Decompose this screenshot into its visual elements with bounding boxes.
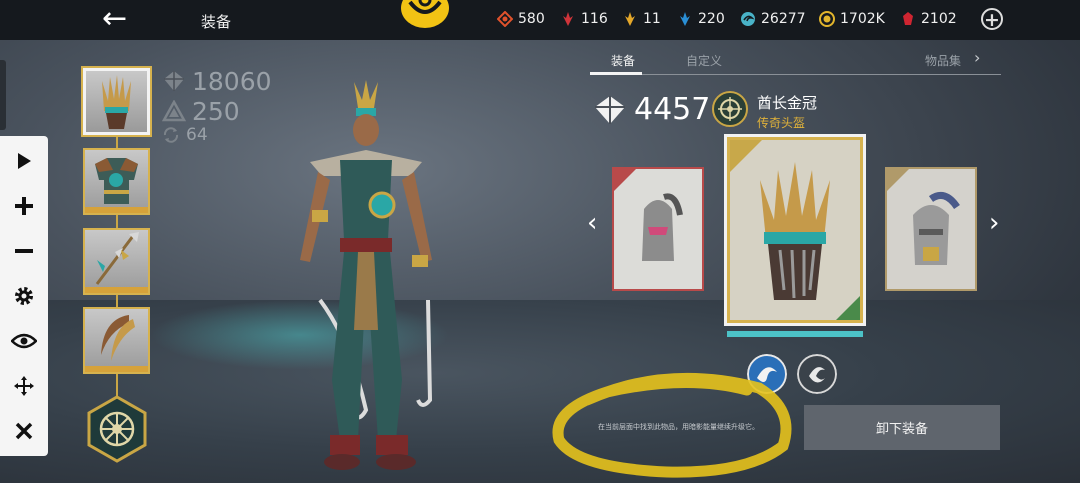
feather-crown-icon [730, 140, 860, 320]
side-tab-edge [0, 60, 6, 130]
gold-feather-icon [625, 12, 635, 26]
resource-orange-crystal: 580 [497, 11, 545, 27]
slot-rarity-bar [85, 366, 148, 372]
cyan-swirl-icon [741, 12, 755, 26]
selected-item-stripe [727, 331, 863, 337]
curved-blades-icon [101, 315, 135, 361]
item-rarity: 传奇头盔 [757, 116, 806, 130]
swirl-ability-icon[interactable] [797, 354, 837, 394]
plus-icon[interactable] [0, 188, 48, 224]
move-icon[interactable] [0, 368, 48, 404]
slot-rarity-bar [85, 287, 148, 293]
page-title: 装备 [201, 13, 232, 31]
chevron-right-icon[interactable]: › [989, 208, 999, 238]
resource-cyan-swirl: 26277 [740, 11, 806, 27]
orange-crystal-icon [497, 11, 513, 27]
character-model [300, 80, 433, 470]
eye-icon[interactable] [0, 323, 48, 359]
slot-rarity-bar [85, 207, 148, 213]
triangle-stat-icon [162, 100, 186, 122]
resource-gold-feather: 11 [622, 11, 661, 27]
tab-customize[interactable]: 自定义 [686, 52, 722, 69]
helmet-type-icon [712, 91, 748, 127]
control-panel [0, 136, 48, 456]
top-bar: ← 装备 580 116 11 220 26277 1702K 2102 + [0, 0, 1080, 40]
item-power-value: 4457 [634, 92, 711, 127]
highlight-scribble [552, 372, 792, 478]
resource-gold-coin: 1702K [819, 11, 885, 27]
ruby-gem-icon [903, 12, 913, 25]
level-cycle-icon [163, 127, 179, 143]
blades-slot[interactable] [83, 307, 150, 374]
polearm-icon [95, 232, 139, 285]
close-icon[interactable] [0, 413, 48, 449]
knight-helmet-icon [887, 169, 960, 265]
power-icon [595, 95, 625, 124]
chevron-right-icon[interactable]: › [974, 48, 980, 67]
resource-ruby-gem: 2102 [900, 11, 957, 27]
feather-crown-icon [102, 75, 131, 129]
play-icon[interactable] [0, 143, 48, 179]
gold-coin-icon [819, 11, 835, 27]
chest-armor-icon [95, 158, 138, 204]
tab-equipment[interactable]: 装备 [611, 52, 635, 69]
active-tab-indicator [590, 72, 642, 75]
character-stats: 18060 250 64 [162, 66, 272, 145]
iron-helmet-icon [614, 169, 683, 261]
panel-tabs: 装备 自定义 物品集 › [590, 46, 1001, 75]
faction-crest-icon [401, 0, 449, 28]
resource-blue-feather: 220 [677, 11, 725, 27]
item-card-selected[interactable] [727, 137, 863, 323]
power-icon [164, 71, 184, 91]
plus-circle-icon[interactable]: + [981, 8, 1003, 31]
resource-red-feather: 116 [560, 11, 608, 27]
item-card-previous[interactable] [612, 167, 704, 291]
secondary-stat: 250 [192, 96, 240, 126]
total-power: 18060 [192, 66, 272, 96]
item-power: 4457 [594, 92, 710, 127]
back-arrow-icon[interactable]: ← [102, 4, 127, 34]
polearm-slot[interactable] [83, 228, 150, 295]
hex-emblem-icon[interactable] [86, 395, 148, 463]
character-level: 64 [186, 125, 208, 145]
item-card-next[interactable] [885, 167, 977, 291]
tab-item-sets[interactable]: 物品集 [925, 52, 961, 69]
red-feather-icon [563, 12, 573, 26]
chevron-left-icon[interactable]: ‹ [587, 208, 597, 238]
armor-slot[interactable] [83, 148, 150, 215]
blue-feather-icon [680, 12, 690, 26]
unequip-button[interactable]: 卸下装备 [804, 405, 1000, 450]
item-name: 酋长金冠 [757, 94, 818, 112]
minus-icon[interactable] [0, 233, 48, 269]
gear-icon[interactable] [0, 278, 48, 314]
helmet-slot[interactable] [83, 68, 150, 135]
